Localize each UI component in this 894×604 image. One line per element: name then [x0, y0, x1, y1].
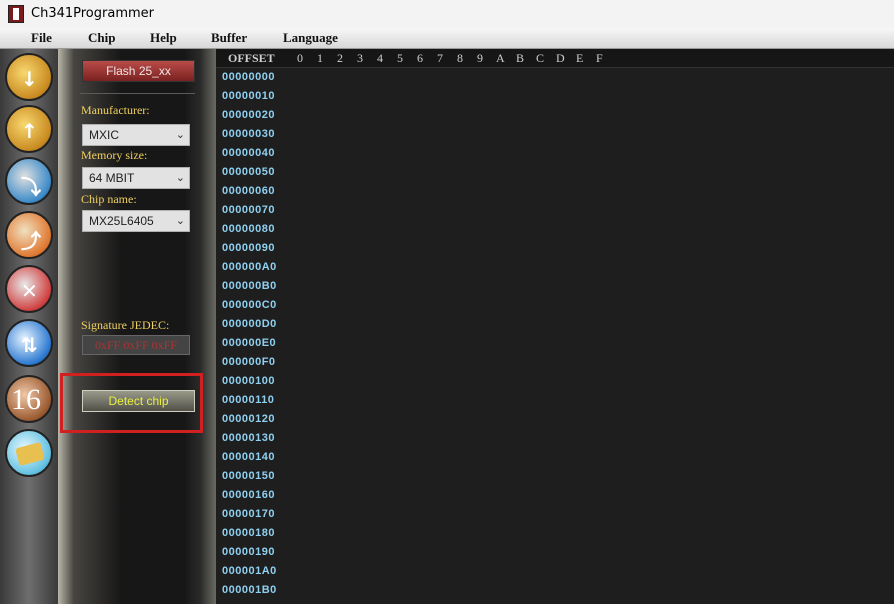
- column-header: 9: [477, 51, 483, 65]
- row-address: 00000030: [222, 128, 275, 140]
- hex-header: OFFSET 0 1 2 3 4 5 6 7 8 9 A B C D E F: [216, 49, 894, 68]
- row-address: 00000120: [222, 413, 275, 425]
- row-address: 00000170: [222, 508, 275, 520]
- column-header: 7: [437, 51, 443, 65]
- menu-language[interactable]: Language: [283, 30, 338, 46]
- chevron-down-icon: ⌄: [175, 215, 185, 227]
- title-bar: Ch341Programmer: [0, 0, 894, 29]
- column-header: F: [596, 51, 603, 65]
- signature-jedec-value: 0xFF 0xFF 0xFF: [82, 335, 190, 355]
- column-header: B: [516, 51, 525, 65]
- detect-chip-button[interactable]: Detect chip: [82, 390, 195, 412]
- column-header: E: [576, 51, 584, 65]
- row-address: 000001B0: [222, 584, 277, 596]
- column-header: 5: [397, 51, 403, 65]
- save-file-icon: ↑: [21, 119, 38, 143]
- row-address: 00000090: [222, 242, 275, 254]
- row-address: 00000110: [222, 394, 275, 406]
- manufacturer-select[interactable]: MXIC ⌄: [82, 124, 190, 146]
- row-address: 00000130: [222, 432, 275, 444]
- hex-view[interactable]: OFFSET 0 1 2 3 4 5 6 7 8 9 A B C D E F 0…: [216, 49, 894, 604]
- window-title: Ch341Programmer: [31, 6, 154, 21]
- row-address: 00000080: [222, 223, 275, 235]
- hex-mode-icon: 16: [11, 383, 41, 416]
- manufacturer-label: Manufacturer:: [81, 103, 150, 117]
- menu-help[interactable]: Help: [150, 30, 177, 46]
- row-address: 000000A0: [222, 261, 277, 273]
- row-address: 00000000: [222, 71, 275, 83]
- memory-size-select[interactable]: 64 MBIT ⌄: [82, 167, 190, 189]
- row-address: 00000040: [222, 147, 275, 159]
- column-header: 6: [417, 51, 423, 65]
- row-address: 000000F0: [222, 356, 276, 368]
- row-address: 00000180: [222, 527, 275, 539]
- verify-chip-icon: ⇅: [21, 333, 38, 357]
- row-address: 000000D0: [222, 318, 277, 330]
- column-header: 2: [337, 51, 343, 65]
- offset-header: OFFSET: [228, 51, 275, 65]
- row-address: 00000100: [222, 375, 275, 387]
- divider: [80, 93, 195, 94]
- chip-name-select[interactable]: MX25L6405 ⌄: [82, 210, 190, 232]
- column-header: 8: [457, 51, 463, 65]
- row-address: 00000190: [222, 546, 275, 558]
- log-button[interactable]: [5, 429, 53, 477]
- column-header: D: [556, 51, 565, 65]
- chip-type-button[interactable]: Flash 25_xx: [82, 60, 195, 82]
- row-address: 000001A0: [222, 565, 277, 577]
- column-header: 1: [317, 51, 323, 65]
- manufacturer-value: MXIC: [89, 128, 119, 142]
- memory-size-value: 64 MBIT: [89, 171, 135, 185]
- open-file-button[interactable]: ↓: [5, 53, 53, 101]
- row-address: 00000050: [222, 166, 275, 178]
- column-header: C: [536, 51, 545, 65]
- row-address: 00000160: [222, 489, 275, 501]
- column-header: 3: [357, 51, 363, 65]
- row-address: 00000060: [222, 185, 275, 197]
- menu-file[interactable]: File: [31, 30, 52, 46]
- erase-chip-button[interactable]: ✕: [5, 265, 53, 313]
- signature-label: Signature JEDEC:: [81, 318, 170, 332]
- memory-size-label: Memory size:: [81, 148, 148, 162]
- save-file-button[interactable]: ↑: [5, 105, 53, 153]
- menu-chip[interactable]: Chip: [88, 30, 115, 46]
- read-chip-button[interactable]: ⤵: [5, 157, 53, 205]
- write-chip-button[interactable]: ⤴: [5, 211, 53, 259]
- row-address: 000000B0: [222, 280, 277, 292]
- verify-chip-button[interactable]: ⇅: [5, 319, 53, 367]
- row-address: 00000010: [222, 90, 275, 102]
- row-address: 000000C0: [222, 299, 277, 311]
- menu-bar: File Chip Help Buffer Language: [0, 28, 894, 49]
- chip-name-value: MX25L6405: [89, 214, 154, 228]
- row-address: 00000150: [222, 470, 275, 482]
- open-file-icon: ↓: [21, 67, 38, 91]
- chevron-down-icon: ⌄: [175, 172, 185, 184]
- row-address: 00000140: [222, 451, 275, 463]
- chevron-down-icon: ⌄: [175, 129, 185, 141]
- row-address: 00000020: [222, 109, 275, 121]
- read-chip-icon: ⤵: [21, 175, 41, 199]
- column-header: A: [496, 51, 505, 65]
- menu-buffer[interactable]: Buffer: [211, 30, 247, 46]
- column-header: 4: [377, 51, 383, 65]
- row-address: 00000070: [222, 204, 275, 216]
- column-header: 0: [297, 51, 303, 65]
- erase-chip-icon: ✕: [21, 279, 38, 303]
- toolbar: ↓ ↑ ⤵ ⤴ ✕ ⇅ 16: [0, 49, 58, 604]
- scroll-log-icon: [15, 441, 45, 467]
- write-chip-icon: ⤴: [21, 229, 41, 253]
- hex-mode-button[interactable]: 16: [5, 375, 53, 423]
- chip-name-label: Chip name:: [81, 192, 137, 206]
- app-icon: [8, 5, 24, 23]
- row-address: 000000E0: [222, 337, 277, 349]
